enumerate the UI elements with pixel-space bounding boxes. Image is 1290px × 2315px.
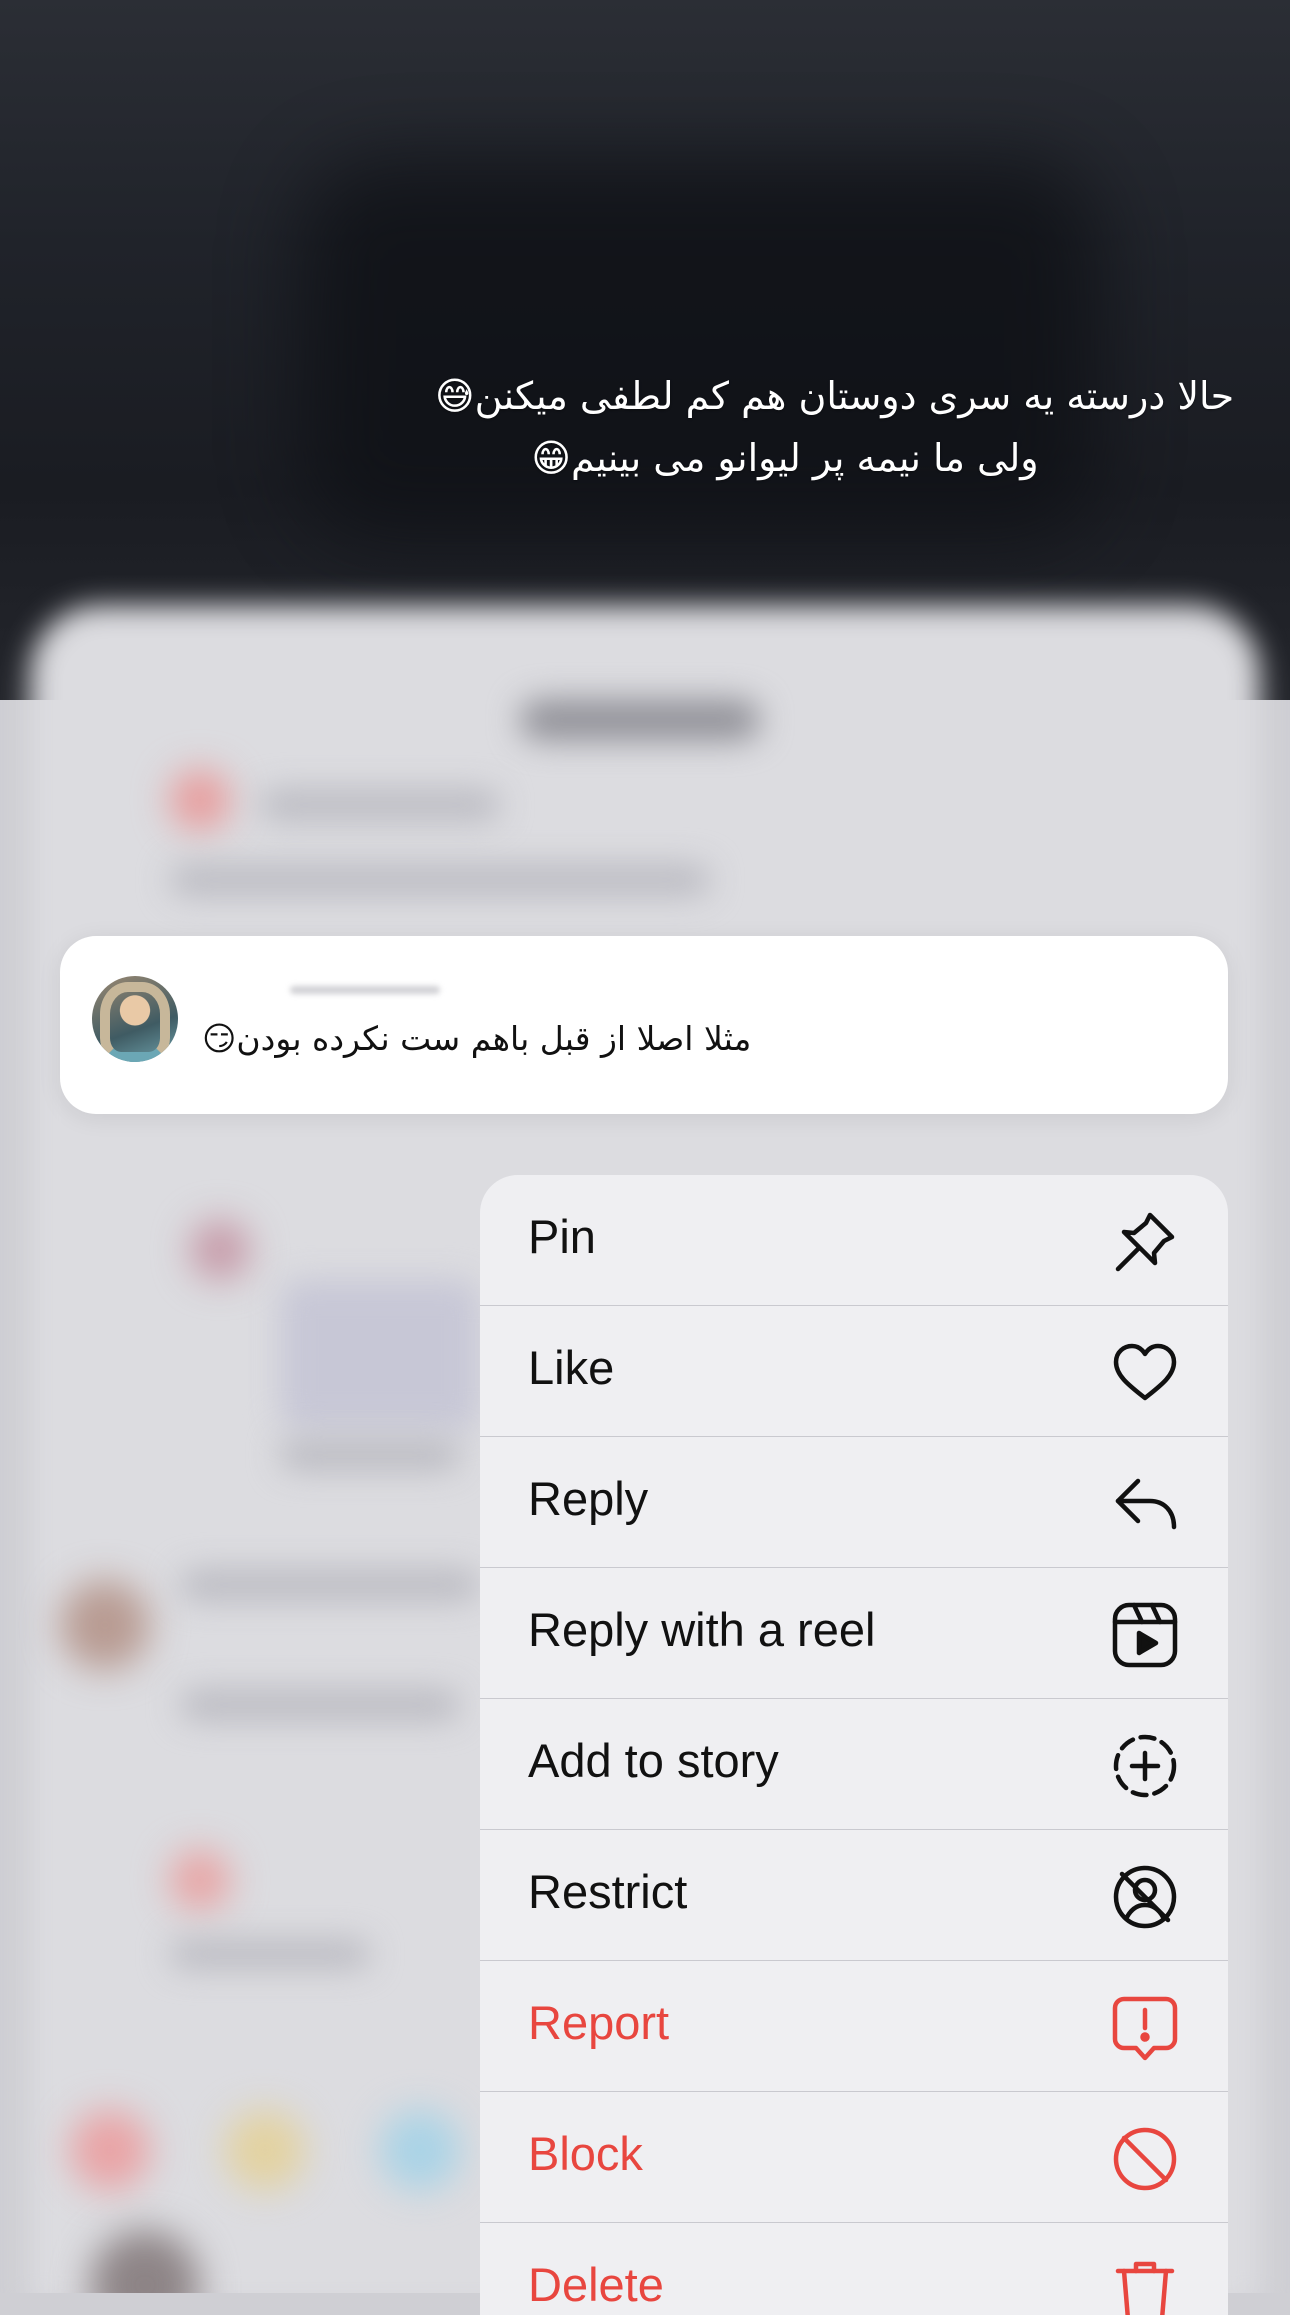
blurred-emoji-reaction: [225, 2110, 305, 2190]
blurred-line: [170, 1940, 370, 1968]
menu-item-like[interactable]: Like: [480, 1306, 1228, 1437]
blurred-avatar: [170, 770, 230, 830]
menu-item-report[interactable]: Report: [480, 1961, 1228, 2092]
blurred-line: [180, 1570, 480, 1600]
blurred-sheet-title: [520, 700, 760, 740]
menu-item-add-to-story[interactable]: Add to story: [480, 1699, 1228, 1830]
menu-item-label: Add to story: [528, 1734, 779, 1787]
menu-item-block[interactable]: Block: [480, 2092, 1228, 2223]
menu-item-label: Delete: [528, 2258, 664, 2311]
menu-item-label: Block: [528, 2127, 643, 2180]
report-icon: [1110, 1993, 1180, 2063]
menu-item-label: Report: [528, 1996, 670, 2049]
comment-text: مثلا اصلا از قبل باهم ست نکرده بودن😏: [202, 1019, 752, 1058]
blurred-line: [260, 790, 500, 820]
add-story-icon: [1110, 1731, 1180, 1801]
menu-item-restrict[interactable]: Restrict: [480, 1830, 1228, 1961]
reply-arrow-icon: [1110, 1469, 1180, 1539]
comment-context-menu: Pin Like Reply Reply with a reel Add to …: [480, 1175, 1228, 2315]
blurred-image: [280, 1280, 480, 1430]
heart-icon: [1110, 1338, 1180, 1408]
blurred-emoji-reaction: [380, 2110, 460, 2190]
blurred-avatar: [60, 1580, 150, 1670]
blurred-line: [170, 865, 710, 895]
menu-item-reply-with-reel[interactable]: Reply with a reel: [480, 1568, 1228, 1699]
menu-item-label: Reply with a reel: [528, 1603, 876, 1656]
selected-comment-card: مثلا اصلا از قبل باهم ست نکرده بودن😏: [60, 936, 1228, 1114]
menu-item-label: Pin: [528, 1210, 596, 1263]
avatar-image: [100, 982, 170, 1062]
post-caption: حالا درسته یه سری دوستان هم کم لطفی میکن…: [280, 365, 1290, 489]
blurred-avatar: [190, 1220, 250, 1280]
commenter-avatar[interactable]: [92, 976, 178, 1062]
trash-icon: [1110, 2255, 1180, 2315]
caption-line-1: حالا درسته یه سری دوستان هم کم لطفی میکن…: [435, 374, 1235, 418]
menu-item-reply[interactable]: Reply: [480, 1437, 1228, 1568]
blurred-emoji-reaction: [70, 2110, 150, 2190]
blurred-line: [180, 1690, 460, 1720]
block-icon: [1110, 2124, 1180, 2194]
menu-item-label: Restrict: [528, 1865, 688, 1918]
menu-item-delete[interactable]: Delete: [480, 2223, 1228, 2315]
menu-item-label: Like: [528, 1341, 615, 1394]
restrict-icon: [1110, 1862, 1180, 1932]
caption-line-2: ولی ما نیمه پر لیوانو می بینیم😁: [531, 436, 1039, 480]
menu-item-pin[interactable]: Pin: [480, 1175, 1228, 1306]
commenter-username: [290, 986, 440, 994]
blurred-avatar: [170, 1850, 230, 1910]
blurred-line: [280, 1440, 460, 1470]
pin-icon: [1110, 1207, 1180, 1277]
reel-icon: [1110, 1600, 1180, 1670]
menu-item-label: Reply: [528, 1472, 649, 1525]
